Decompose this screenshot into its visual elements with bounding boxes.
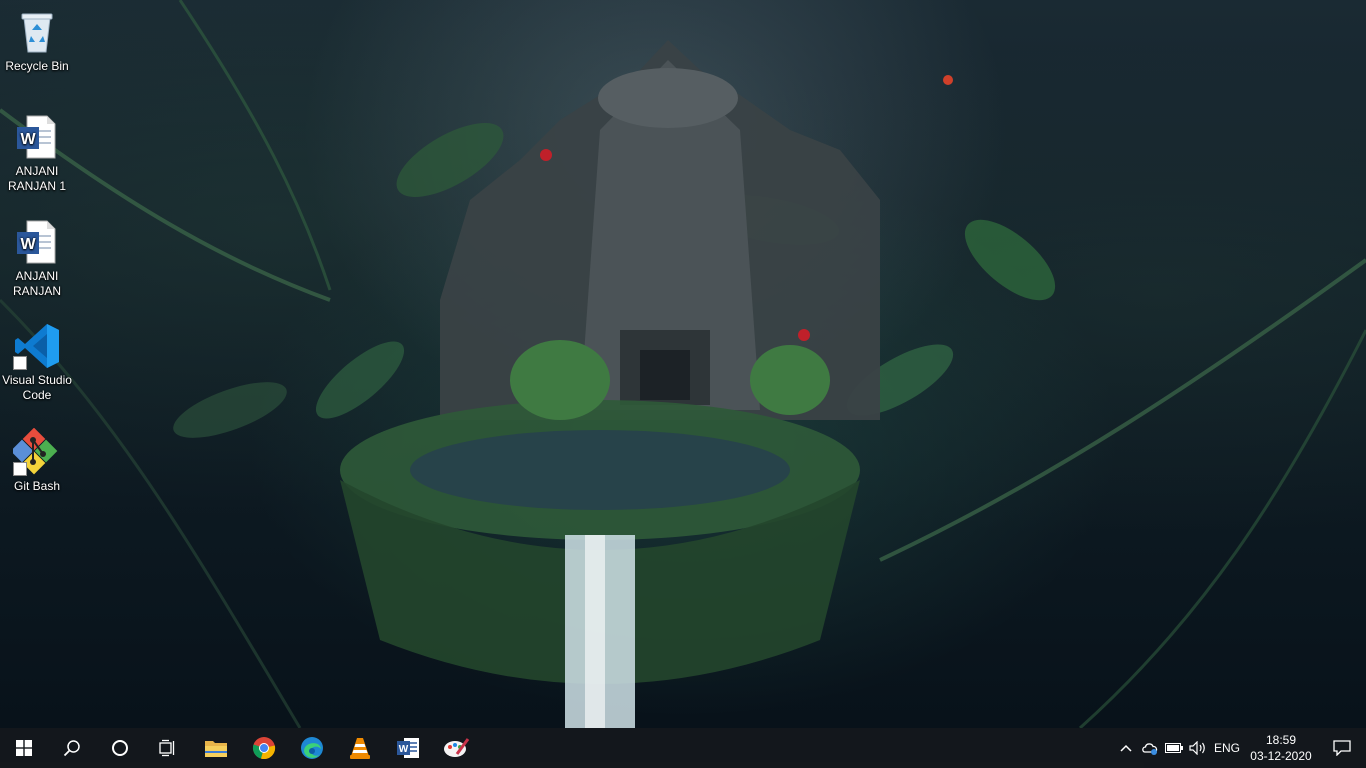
paint-button[interactable] <box>432 728 480 768</box>
vlc-button[interactable] <box>336 728 384 768</box>
windows-logo-icon <box>16 740 32 756</box>
system-tray: ENG 18:59 03-12-2020 <box>1114 728 1366 768</box>
chrome-button[interactable] <box>240 728 288 768</box>
cortana-circle-icon <box>112 740 128 756</box>
cortana-button[interactable] <box>96 728 144 768</box>
speaker-volume-icon <box>1189 741 1205 755</box>
task-view-button[interactable] <box>144 728 192 768</box>
notification-icon <box>1333 740 1351 756</box>
onedrive-network-icon <box>1142 743 1158 755</box>
battery-button[interactable] <box>1162 728 1186 768</box>
desktop-icon-vscode[interactable]: Visual Studio Code <box>0 322 74 403</box>
wallpaper-temple-waterfall <box>0 0 1366 728</box>
desktop-icon-anjani-ranjan-1[interactable]: W ANJANI RANJAN 1 <box>0 113 74 194</box>
clock[interactable]: 18:59 03-12-2020 <box>1244 732 1318 764</box>
task-view-icon <box>159 739 175 757</box>
search-button[interactable] <box>48 728 96 768</box>
taskbar: W ENG 18:59 03-12-2020 <box>0 728 1366 768</box>
edge-icon <box>301 737 323 759</box>
desktop-icon-anjani-ranjan[interactable]: W ANJANI RANJAN <box>0 218 74 299</box>
desktop-icon-label: Recycle Bin <box>5 59 69 73</box>
word-document-icon: W <box>13 113 61 161</box>
volume-button[interactable] <box>1186 728 1210 768</box>
action-center-button[interactable] <box>1318 728 1366 768</box>
svg-text:W: W <box>399 744 409 755</box>
clock-date: 03-12-2020 <box>1250 749 1312 763</box>
search-icon <box>63 740 80 757</box>
input-language-indicator[interactable]: ENG <box>1210 741 1244 755</box>
chrome-icon <box>252 737 276 760</box>
desktop-icon-label: Visual Studio Code <box>2 373 72 402</box>
vscode-icon <box>13 322 61 370</box>
shortcut-arrow-icon <box>13 462 27 476</box>
battery-icon <box>1165 743 1183 753</box>
edge-button[interactable] <box>288 728 336 768</box>
network-button[interactable] <box>1138 728 1162 768</box>
word-icon: W <box>397 738 419 758</box>
vlc-icon <box>350 738 370 759</box>
recycle-bin-icon <box>13 8 61 56</box>
git-bash-icon <box>10 427 61 476</box>
word-button[interactable]: W <box>384 728 432 768</box>
file-explorer-button[interactable] <box>192 728 240 768</box>
folder-icon <box>205 741 227 757</box>
svg-text:W: W <box>20 131 36 148</box>
desktop-icon-recycle-bin[interactable]: Recycle Bin <box>0 8 74 74</box>
show-hidden-icons-button[interactable] <box>1114 728 1138 768</box>
desktop-icon-label: ANJANI RANJAN <box>12 269 61 298</box>
desktop-icon-label: Git Bash <box>13 479 61 493</box>
word-document-icon: W <box>13 218 61 266</box>
desktop-icon-git-bash[interactable]: Git Bash <box>0 427 74 494</box>
chevron-up-icon <box>1120 744 1132 752</box>
desktop-icon-label: ANJANI RANJAN 1 <box>7 164 66 193</box>
desktop[interactable]: Recycle Bin W ANJANI RANJAN 1 W ANJANI R… <box>0 0 1366 728</box>
paint-icon <box>444 738 469 757</box>
svg-text:W: W <box>20 236 36 253</box>
start-button[interactable] <box>0 728 48 768</box>
clock-time: 18:59 <box>1265 733 1297 747</box>
shortcut-arrow-icon <box>13 356 27 370</box>
